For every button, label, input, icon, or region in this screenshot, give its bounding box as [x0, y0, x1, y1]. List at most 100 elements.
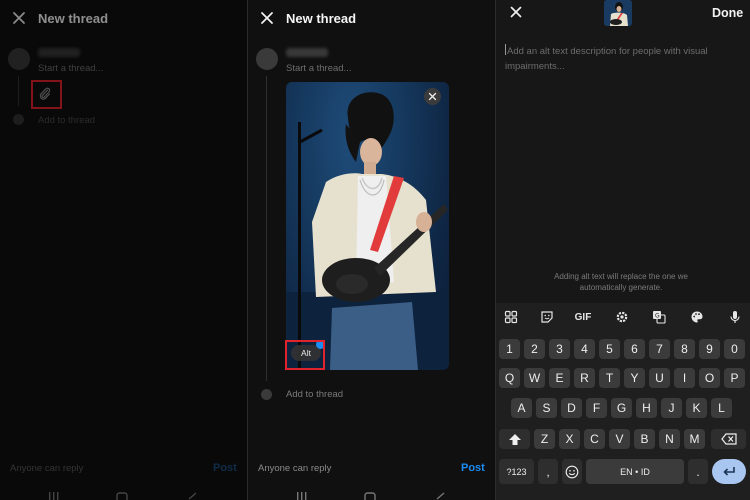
period-key[interactable]: . — [688, 459, 708, 484]
back-icon[interactable] — [188, 492, 197, 500]
key-z[interactable]: Z — [534, 429, 555, 449]
post-button[interactable]: Post — [213, 462, 237, 474]
gif-button[interactable]: GIF — [572, 307, 594, 327]
key-r[interactable]: R — [574, 368, 595, 388]
enter-icon — [723, 466, 735, 476]
palette-icon[interactable] — [686, 307, 708, 327]
reply-setting[interactable]: Anyone can reply — [258, 463, 331, 474]
key-j[interactable]: J — [661, 398, 682, 418]
key-b[interactable]: B — [634, 429, 655, 449]
alt-replace-note: Adding alt text will replace the one we … — [554, 272, 688, 292]
highlight-attach-button — [31, 80, 62, 109]
alt-text-input[interactable]: Add an alt text description for people w… — [505, 44, 737, 74]
thread-input[interactable]: Start a thread... — [38, 63, 103, 74]
avatar — [256, 48, 278, 70]
key-3[interactable]: 3 — [549, 339, 570, 359]
key-n[interactable]: N — [659, 429, 680, 449]
post-button[interactable]: Post — [461, 462, 485, 474]
key-o[interactable]: O — [699, 368, 720, 388]
guitarist-photo-art — [286, 92, 449, 370]
key-6[interactable]: 6 — [624, 339, 645, 359]
comma-key[interactable]: , — [538, 459, 558, 484]
backspace-key[interactable] — [711, 429, 746, 449]
key-t[interactable]: T — [599, 368, 620, 388]
close-icon[interactable] — [258, 9, 276, 27]
key-i[interactable]: I — [674, 368, 695, 388]
apps-grid-icon[interactable] — [500, 307, 522, 327]
key-5[interactable]: 5 — [599, 339, 620, 359]
key-d[interactable]: D — [561, 398, 582, 418]
key-u[interactable]: U — [649, 368, 670, 388]
new-thread-panel-with-photo: New thread Start a thread... Alt Add to … — [248, 0, 495, 500]
sticker-icon[interactable] — [536, 307, 558, 327]
home-icon[interactable] — [116, 492, 128, 500]
reply-setting[interactable]: Anyone can reply — [10, 463, 83, 474]
thread-header: New thread — [0, 0, 247, 38]
add-to-thread[interactable]: Add to thread — [38, 115, 95, 126]
key-8[interactable]: 8 — [674, 339, 695, 359]
key-m[interactable]: M — [684, 429, 705, 449]
page-title: New thread — [38, 11, 109, 26]
symbols-key[interactable]: ?123 — [499, 459, 534, 484]
alt-text-editor: Done Add an alt text description for peo… — [496, 0, 750, 500]
done-button[interactable]: Done — [712, 6, 743, 20]
nav-bar — [297, 492, 445, 500]
key-e[interactable]: E — [549, 368, 570, 388]
thread-input[interactable]: Start a thread... — [286, 63, 351, 74]
key-l[interactable]: L — [711, 398, 732, 418]
attached-photo[interactable] — [286, 82, 449, 370]
add-to-thread[interactable]: Add to thread — [286, 389, 343, 400]
key-y[interactable]: Y — [624, 368, 645, 388]
key-w[interactable]: W — [524, 368, 545, 388]
small-avatar — [261, 389, 272, 400]
close-icon[interactable] — [10, 9, 28, 27]
key-c[interactable]: C — [584, 429, 605, 449]
photo-thumbnail — [604, 0, 632, 26]
key-f[interactable]: F — [586, 398, 607, 418]
dim-overlay — [0, 0, 247, 500]
key-7[interactable]: 7 — [649, 339, 670, 359]
page-title: New thread — [286, 11, 357, 26]
key-h[interactable]: H — [636, 398, 657, 418]
remove-photo-icon[interactable] — [424, 88, 441, 105]
key-1[interactable]: 1 — [499, 339, 520, 359]
new-thread-panel-empty: New thread Start a thread... Add to thre… — [0, 0, 247, 500]
username-blurred — [38, 48, 80, 57]
small-avatar — [13, 114, 24, 125]
mic-icon[interactable] — [724, 307, 746, 327]
recent-apps-icon[interactable] — [49, 492, 59, 500]
settings-icon[interactable] — [611, 307, 633, 327]
key-q[interactable]: Q — [499, 368, 520, 388]
space-key[interactable]: EN • ID — [586, 459, 684, 484]
backspace-icon — [720, 433, 737, 445]
key-k[interactable]: K — [686, 398, 707, 418]
key-v[interactable]: V — [609, 429, 630, 449]
close-icon[interactable] — [508, 4, 524, 20]
key-4[interactable]: 4 — [574, 339, 595, 359]
key-2[interactable]: 2 — [524, 339, 545, 359]
shift-key[interactable] — [499, 429, 530, 449]
keyboard-toolbar: GIF G — [496, 303, 750, 331]
emoji-icon — [565, 465, 579, 478]
key-p[interactable]: P — [724, 368, 745, 388]
key-0[interactable]: 0 — [724, 339, 745, 359]
key-s[interactable]: S — [536, 398, 557, 418]
key-x[interactable]: X — [559, 429, 580, 449]
key-a[interactable]: A — [511, 398, 532, 418]
recent-apps-icon[interactable] — [297, 492, 307, 500]
home-icon[interactable] — [364, 492, 376, 500]
shift-icon — [508, 433, 521, 445]
key-9[interactable]: 9 — [699, 339, 720, 359]
key-g[interactable]: G — [611, 398, 632, 418]
username-blurred — [286, 48, 328, 57]
avatar — [8, 48, 30, 70]
keyboard: GIF G 1 2 3 4 5 6 7 8 9 0 Q W E R T Y U … — [496, 303, 750, 500]
back-icon[interactable] — [436, 492, 445, 500]
thread-header: New thread — [248, 0, 495, 38]
highlight-alt-button — [285, 340, 325, 370]
alt-text-placeholder: Add an alt text description for people w… — [505, 46, 708, 72]
translate-icon[interactable]: G — [648, 307, 670, 327]
enter-key[interactable] — [712, 459, 746, 484]
svg-text:G: G — [655, 313, 660, 320]
emoji-key[interactable] — [562, 459, 582, 484]
